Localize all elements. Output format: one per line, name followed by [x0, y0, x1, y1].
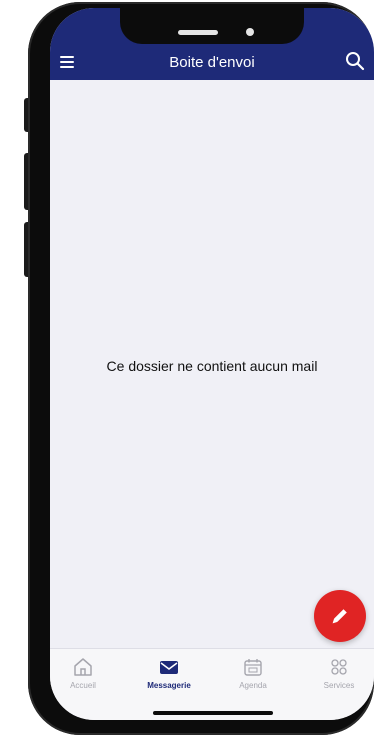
app-screen: Boite d'envoi Ce dossier ne contient auc… — [50, 8, 374, 720]
nav-item-agenda[interactable]: Agenda — [222, 657, 284, 697]
nav-label: Services — [323, 681, 355, 690]
nav-label: Accueil — [70, 681, 96, 690]
envelope-icon — [160, 661, 178, 674]
grid-icon — [331, 659, 347, 675]
nav-item-messagerie[interactable]: Messagerie — [138, 657, 200, 697]
nav-item-services[interactable]: Services — [308, 657, 370, 697]
front-camera — [246, 28, 254, 36]
search-icon[interactable] — [344, 50, 366, 72]
bottom-navigation: Accueil Messagerie Agenda Services — [50, 648, 374, 720]
nav-label: Messagerie — [147, 681, 191, 690]
compose-button[interactable] — [314, 590, 366, 642]
nav-label: Agenda — [239, 681, 267, 690]
nav-item-accueil[interactable]: Accueil — [52, 657, 114, 697]
pencil-icon — [332, 609, 347, 624]
page-title: Boite d'envoi — [169, 54, 255, 71]
notch — [120, 8, 304, 44]
home-icon — [74, 658, 92, 676]
calendar-icon — [244, 659, 262, 676]
empty-state-message: Ce dossier ne contient aucun mail — [106, 358, 318, 374]
home-indicator[interactable] — [153, 711, 273, 715]
device-frame: Boite d'envoi Ce dossier ne contient auc… — [0, 0, 375, 737]
speaker-grille — [178, 30, 218, 35]
phone-body: Boite d'envoi Ce dossier ne contient auc… — [28, 2, 374, 735]
